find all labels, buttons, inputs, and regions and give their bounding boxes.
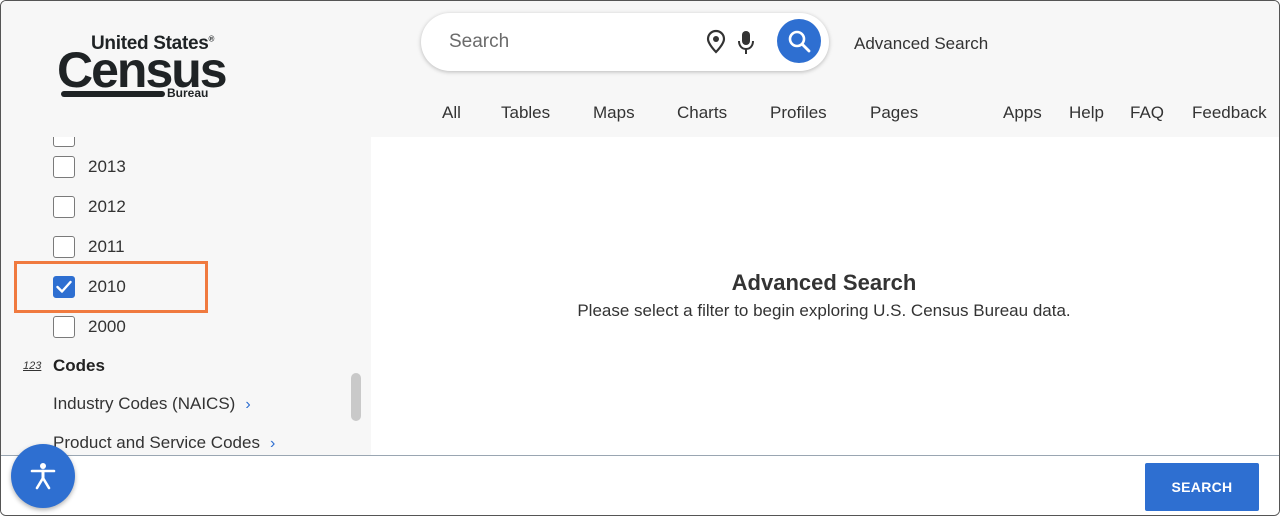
industry-codes-link[interactable]: Industry Codes (NAICS) › [53,394,251,414]
tab-charts[interactable]: Charts [677,103,727,123]
page-title: Advanced Search [731,270,917,295]
nav-help[interactable]: Help [1069,103,1104,123]
nav-apps[interactable]: Apps [1003,103,1042,123]
census-logo[interactable]: United States® Census Bureau [57,33,228,103]
accessibility-icon [30,463,56,490]
logo-line-3: Bureau [167,86,209,100]
tab-maps[interactable]: Maps [593,103,635,123]
footer-bar: SEARCH [1,455,1279,515]
filter-sidebar[interactable]: 2013 2012 2011 2010 2000 123 Codes Indus… [1,137,371,455]
codes-title: Codes [53,356,105,375]
nav-feedback[interactable]: Feedback [1192,103,1267,123]
accessibility-button[interactable] [11,444,75,508]
tab-profiles[interactable]: Profiles [770,103,827,123]
checkbox[interactable] [53,316,75,338]
tab-tables[interactable]: Tables [501,103,550,123]
checkbox[interactable] [53,236,75,258]
main-content: Advanced Search Please select a filter t… [371,137,1279,455]
search-button[interactable] [777,19,821,63]
search-icon [788,30,811,53]
search-input[interactable] [449,27,699,57]
year-label: 2000 [88,317,126,336]
selection-highlight-box [14,261,208,313]
advanced-search-link[interactable]: Advanced Search [854,34,988,54]
checkbox[interactable] [53,137,75,147]
product-service-codes-link[interactable]: Product and Service Codes › [53,433,275,453]
nav-faq[interactable]: FAQ [1130,103,1164,123]
year-label: 2011 [88,237,125,256]
industry-codes-label: Industry Codes (NAICS) [53,394,236,413]
product-service-codes-label: Product and Service Codes [53,433,260,452]
year-label: 2012 [88,197,126,216]
numbers-icon: 123 [23,360,42,372]
location-pin-icon[interactable] [705,29,727,55]
chevron-right-icon: › [245,396,251,413]
chevron-right-icon: › [269,435,276,452]
sidebar-scrollbar[interactable] [351,373,361,421]
checkbox[interactable] [53,156,75,178]
tab-pages[interactable]: Pages [870,103,918,123]
tab-all[interactable]: All [442,103,461,123]
header: United States® Census Bureau Advanced Se… [1,1,1279,137]
microphone-icon[interactable] [735,29,757,57]
search-box [421,13,829,71]
submit-search-button[interactable]: SEARCH [1145,463,1259,511]
page-subtitle: Please select a filter to begin explorin… [577,301,1071,320]
year-label: 2013 [88,157,126,176]
checkbox[interactable] [53,196,75,218]
logo-bar [61,91,165,97]
app-window: United States® Census Bureau Advanced Se… [0,0,1280,516]
